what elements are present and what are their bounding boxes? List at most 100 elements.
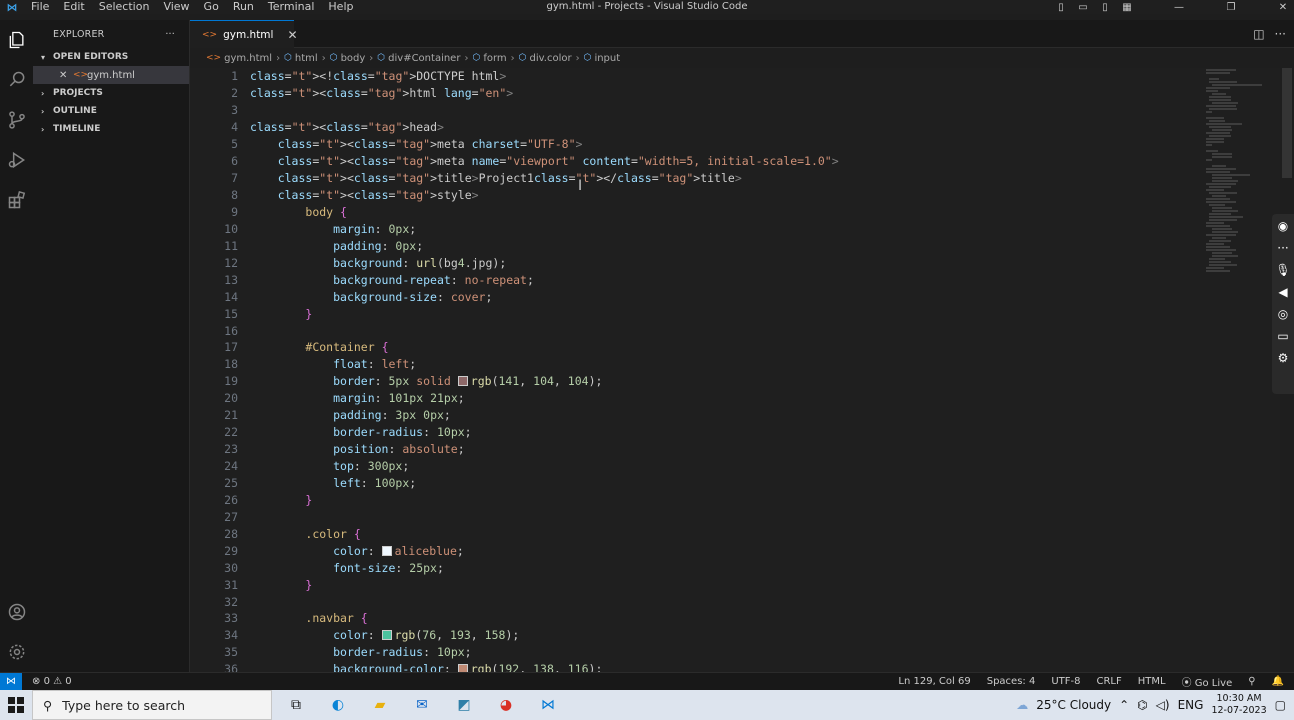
extensions-icon[interactable]: [0, 180, 33, 220]
code-line[interactable]: 31 }: [190, 576, 1280, 593]
go-live-button[interactable]: ⦿ Go Live: [1182, 674, 1233, 689]
breadcrumb-item[interactable]: ⬡ input: [584, 53, 621, 64]
code-line[interactable]: 3: [190, 102, 1280, 119]
accounts-icon[interactable]: [0, 592, 33, 632]
code-line[interactable]: 4 class="t"><class="tag">head>: [190, 119, 1280, 136]
breadcrumb-item[interactable]: ⬡ div#Container: [377, 53, 460, 64]
code-line[interactable]: 12 background: url(bg4.jpg);: [190, 254, 1280, 271]
window-icon[interactable]: ▭: [1277, 328, 1288, 344]
code-line[interactable]: 32: [190, 593, 1280, 610]
encoding-status[interactable]: UTF-8: [1051, 676, 1080, 687]
code-line[interactable]: 5 class="t"><class="tag">meta charset="U…: [190, 136, 1280, 153]
code-line[interactable]: 9 body {: [190, 204, 1280, 221]
code-line[interactable]: 28 .color {: [190, 525, 1280, 542]
minimap[interactable]: [1206, 68, 1266, 278]
code-editor[interactable]: 1 class="t"><!class="tag">DOCTYPE html> 2 c…: [190, 68, 1280, 672]
code-line[interactable]: 10 margin: 0px;: [190, 220, 1280, 237]
section-timeline[interactable]: › TIMELINE: [33, 120, 189, 138]
mail-icon[interactable]: ✉: [408, 691, 436, 719]
code-line[interactable]: 29 color: aliceblue;: [190, 542, 1280, 559]
code-line[interactable]: 26 }: [190, 491, 1280, 508]
volume-icon[interactable]: ◁): [1156, 698, 1170, 712]
more-icon[interactable]: ···: [1277, 240, 1288, 256]
code-line[interactable]: 23 position: absolute;: [190, 441, 1280, 458]
toggle-panel-icon[interactable]: ▭: [1072, 2, 1094, 13]
more-actions-icon[interactable]: ···: [1275, 27, 1286, 41]
code-line[interactable]: 19 border: 5px solid rgb(141, 104, 104);: [190, 373, 1280, 390]
code-line[interactable]: 36 background-color: rgb(192, 138, 116);: [190, 661, 1280, 672]
clock[interactable]: 10:30 AM 12-07-2023: [1211, 693, 1266, 717]
menu-edit[interactable]: Edit: [56, 0, 91, 14]
breadcrumb-item[interactable]: ⬡ form: [472, 53, 506, 64]
settings-gear-icon[interactable]: [0, 632, 33, 672]
menu-go[interactable]: Go: [197, 0, 226, 14]
section-open-editors[interactable]: ▾ OPEN EDITORS: [33, 48, 189, 66]
toggle-sidebar-icon[interactable]: ▯: [1050, 2, 1072, 13]
file-explorer-icon[interactable]: ▰: [366, 691, 394, 719]
breadcrumb-item[interactable]: ⬡ body: [330, 53, 366, 64]
menu-run[interactable]: Run: [226, 0, 261, 14]
microphone-icon[interactable]: 🎙: [1275, 262, 1290, 278]
code-line[interactable]: 13 background-repeat: no-repeat;: [190, 271, 1280, 288]
task-view-icon[interactable]: ⧉: [282, 691, 310, 719]
search-icon[interactable]: [0, 60, 33, 100]
toggle-secondary-sidebar-icon[interactable]: ▯: [1094, 2, 1116, 13]
breadcrumb-item[interactable]: ⬡ div.color: [519, 53, 572, 64]
code-line[interactable]: 14 background-size: cover;: [190, 288, 1280, 305]
split-editor-icon[interactable]: ◫: [1253, 27, 1264, 41]
notification-center-icon[interactable]: ▢: [1275, 698, 1286, 712]
code-line[interactable]: 35 border-radius: 10px;: [190, 644, 1280, 661]
code-line[interactable]: 2 class="t"><class="tag">html lang="en">: [190, 85, 1280, 102]
code-line[interactable]: 7 class="t"><class="tag">title>Project1c…: [190, 170, 1280, 187]
notifications-bell-icon[interactable]: 🔔: [1272, 676, 1284, 687]
breadcrumb-item[interactable]: <> gym.html: [206, 53, 272, 64]
code-line[interactable]: 25 left: 100px;: [190, 475, 1280, 492]
windows-start-icon[interactable]: [0, 697, 32, 713]
code-line[interactable]: 20 margin: 101px 21px;: [190, 390, 1280, 407]
language-indicator[interactable]: ENG: [1178, 698, 1204, 712]
code-line[interactable]: 17 #Container {: [190, 339, 1280, 356]
code-line[interactable]: 34 color: rgb(76, 193, 158);: [190, 627, 1280, 644]
open-editor-item[interactable]: ✕ <> gym.html: [33, 66, 189, 84]
vscode-taskbar-icon[interactable]: ⋈: [534, 691, 562, 719]
chrome-browser-icon[interactable]: ◕: [492, 691, 520, 719]
customize-layout-icon[interactable]: ▦: [1116, 2, 1138, 13]
code-line[interactable]: 6 class="t"><class="tag">meta name="view…: [190, 153, 1280, 170]
code-line[interactable]: 1 class="t"><!class="tag">DOCTYPE html>: [190, 68, 1280, 85]
explorer-icon[interactable]: [0, 20, 33, 60]
menu-view[interactable]: View: [156, 0, 196, 14]
editor-scrollbar[interactable]: [1282, 68, 1292, 178]
code-line[interactable]: 18 float: left;: [190, 356, 1280, 373]
close-tab-icon[interactable]: ✕: [287, 28, 297, 42]
remote-icon[interactable]: ⋈: [0, 672, 22, 691]
app-icon[interactable]: ◩: [450, 691, 478, 719]
problems-status[interactable]: ⊗ 0 ⚠ 0: [32, 676, 72, 687]
section-projects[interactable]: › PROJECTS: [33, 84, 189, 102]
code-line[interactable]: 33 .navbar {: [190, 610, 1280, 627]
settings-gear-icon[interactable]: ⚙: [1278, 350, 1289, 366]
code-line[interactable]: 22 border-radius: 10px;: [190, 424, 1280, 441]
webcam-icon[interactable]: ◎: [1278, 306, 1288, 322]
section-outline[interactable]: › OUTLINE: [33, 102, 189, 120]
indentation-status[interactable]: Spaces: 4: [987, 676, 1036, 687]
eol-status[interactable]: CRLF: [1096, 676, 1121, 687]
code-line[interactable]: 16: [190, 322, 1280, 339]
close-window-button[interactable]: ✕: [1272, 2, 1294, 13]
menu-file[interactable]: File: [24, 0, 56, 14]
chevron-up-icon[interactable]: ⌃: [1119, 698, 1129, 712]
edge-browser-icon[interactable]: ◐: [324, 691, 352, 719]
code-line[interactable]: 15 }: [190, 305, 1280, 322]
code-line[interactable]: 30 font-size: 25px;: [190, 559, 1280, 576]
menu-help[interactable]: Help: [321, 0, 360, 14]
weather-text[interactable]: 25°C Cloudy: [1036, 698, 1111, 712]
code-line[interactable]: 21 padding: 3px 0px;: [190, 407, 1280, 424]
breadcrumb-item[interactable]: ⬡ html: [284, 53, 318, 64]
feedback-icon[interactable]: ⚲: [1248, 676, 1255, 687]
camera-icon[interactable]: ◉: [1278, 218, 1288, 234]
speaker-icon[interactable]: ◀: [1278, 284, 1287, 300]
menu-selection[interactable]: Selection: [92, 0, 157, 14]
tab-gym-html[interactable]: <> gym.html ✕: [190, 20, 298, 48]
maximize-button[interactable]: ❐: [1220, 2, 1242, 13]
cursor-position[interactable]: Ln 129, Col 69: [898, 676, 970, 687]
weather-icon[interactable]: ☁: [1016, 698, 1028, 712]
